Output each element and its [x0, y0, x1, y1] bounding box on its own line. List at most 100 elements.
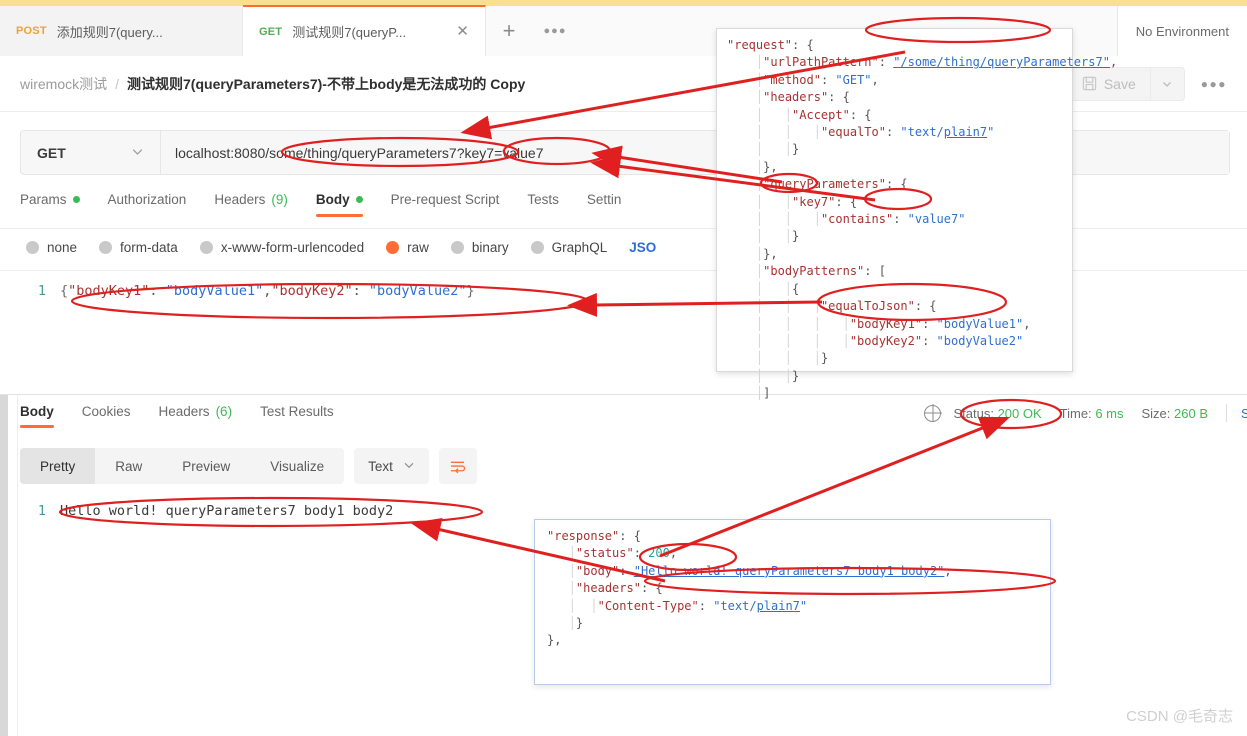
- response-tab-test-results[interactable]: Test Results: [246, 404, 348, 428]
- breadcrumb-collection[interactable]: wiremock测试: [20, 74, 107, 94]
- response-divider: [0, 394, 1247, 395]
- modified-dot-icon: [355, 196, 363, 203]
- body-type-urlencoded-label: x-www-form-urlencoded: [220, 240, 365, 255]
- body-type-raw[interactable]: raw: [386, 240, 429, 255]
- size-value: 260 B: [1174, 405, 1208, 421]
- modified-dot-icon: [72, 196, 80, 203]
- body-type-form-data[interactable]: form-data: [99, 240, 178, 255]
- floppy-disk-icon: [1082, 76, 1097, 91]
- body-format-selector[interactable]: JSO: [629, 240, 656, 255]
- time-label: Time:: [1059, 405, 1092, 421]
- response-tab-cookies[interactable]: Cookies: [68, 404, 145, 428]
- chevron-down-icon: [131, 145, 144, 161]
- watermark: CSDN @毛奇志: [1126, 708, 1233, 725]
- body-key-1: "bodyKey1": [68, 283, 150, 299]
- response-type-selector[interactable]: Text: [354, 448, 429, 484]
- wrap-lines-button[interactable]: [438, 448, 477, 484]
- wrap-lines-icon: [451, 461, 466, 473]
- tab-pre-request-script-label: Pre-request Script: [390, 192, 500, 207]
- response-view-preview[interactable]: Preview: [162, 448, 250, 484]
- response-view-raw-label: Raw: [115, 458, 143, 474]
- tab-tests-label: Tests: [527, 192, 559, 207]
- status-divider: [1226, 404, 1227, 422]
- body-type-radio-group: none form-data x-www-form-urlencoded raw…: [26, 240, 656, 255]
- request-tab-0[interactable]: POST 添加规则7(query...: [0, 6, 243, 56]
- response-view-preview-label: Preview: [182, 458, 231, 474]
- plus-icon[interactable]: +: [486, 6, 532, 56]
- radio-icon: [530, 241, 544, 254]
- response-view-pretty-label: Pretty: [40, 458, 76, 474]
- radio-icon: [26, 241, 39, 254]
- body-type-raw-label: raw: [407, 240, 429, 255]
- more-actions-icon[interactable]: ●●●: [1201, 77, 1227, 91]
- save-response-link[interactable]: S: [1241, 406, 1247, 421]
- tab-body[interactable]: Body: [302, 192, 377, 217]
- tab-headers[interactable]: Headers (9): [200, 192, 302, 217]
- response-tab-headers[interactable]: Headers (6): [145, 404, 247, 428]
- body-type-binary[interactable]: binary: [450, 240, 509, 255]
- response-body-text: Hello world! queryParameters7 body1 body…: [60, 503, 394, 519]
- response-view-visualize-label: Visualize: [270, 458, 325, 474]
- response-view-raw[interactable]: Raw: [95, 448, 162, 484]
- request-tab-1[interactable]: GET 测试规则7(queryP... ✕: [243, 5, 486, 56]
- left-rail-inner: [8, 395, 18, 736]
- breadcrumb-request-title: 测试规则7(queryParameters7)-不带上body是无法成功的 Co…: [127, 75, 526, 92]
- tab-pre-request-script[interactable]: Pre-request Script: [377, 192, 514, 217]
- left-rail: [0, 395, 8, 736]
- breadcrumb-separator: /: [115, 75, 120, 92]
- body-key-2: "bodyKey2": [271, 283, 353, 299]
- request-body-code: {"bodyKey1": "bodyValue1","bodyKey2": "b…: [60, 280, 475, 302]
- response-type-value: Text: [368, 458, 393, 474]
- save-options-button[interactable]: [1150, 66, 1185, 101]
- save-button-group: Save ●●●: [1066, 66, 1227, 101]
- response-section-tabs: Body Cookies Headers (6) Test Results: [20, 404, 348, 428]
- response-tab-body-label: Body: [20, 404, 54, 419]
- radio-icon: [199, 241, 213, 254]
- save-label: Save: [1103, 75, 1136, 92]
- body-type-none[interactable]: none: [26, 240, 77, 255]
- line-number: 1: [37, 283, 46, 299]
- time-value: 6 ms: [1095, 405, 1124, 421]
- response-view-pretty[interactable]: Pretty: [20, 448, 96, 484]
- colon-1: :: [149, 283, 166, 299]
- body-type-graphql-label: GraphQL: [551, 240, 608, 255]
- radio-icon: [99, 241, 113, 254]
- tab-title-0: 添加规则7(query...: [56, 24, 163, 40]
- tab-method-0: POST: [16, 25, 47, 37]
- size-badge: Size: 260 B: [1141, 406, 1208, 421]
- body-type-graphql[interactable]: GraphQL: [530, 240, 608, 255]
- ellipsis-icon[interactable]: ●●●: [532, 6, 578, 56]
- radio-icon: [450, 241, 464, 254]
- body-type-x-www-form-urlencoded[interactable]: x-www-form-urlencoded: [199, 240, 365, 255]
- tab-params[interactable]: Params: [20, 192, 94, 217]
- tab-settings[interactable]: Settin: [573, 192, 636, 217]
- tab-authorization[interactable]: Authorization: [94, 192, 201, 217]
- size-label: Size:: [1141, 405, 1171, 421]
- environment-selector[interactable]: No Environment: [1116, 6, 1247, 56]
- tab-title-1: 测试规则7(queryP...: [292, 25, 407, 40]
- http-method-selector[interactable]: GET: [21, 131, 161, 174]
- response-status-bar: Status: 200 OK Time: 6 ms Size: 260 B S: [924, 404, 1247, 422]
- environment-label: No Environment: [1135, 23, 1229, 39]
- response-tab-headers-label: Headers: [158, 404, 210, 419]
- request-section-tabs: Params Authorization Headers (9) Body Pr…: [20, 192, 635, 217]
- response-toolbar: Pretty Raw Preview Visualize Text: [20, 448, 477, 484]
- tab-headers-label: Headers: [214, 192, 266, 207]
- colon-2: :: [352, 283, 369, 299]
- response-tab-cookies-label: Cookies: [81, 404, 131, 419]
- tab-tests[interactable]: Tests: [513, 192, 573, 217]
- radio-icon-selected: [386, 241, 400, 254]
- body-type-form-data-label: form-data: [120, 240, 178, 255]
- response-tab-body[interactable]: Body: [20, 404, 68, 428]
- response-tab-test-results-label: Test Results: [260, 404, 334, 419]
- tab-body-label: Body: [315, 192, 350, 207]
- close-icon[interactable]: ✕: [456, 24, 469, 39]
- chevron-down-icon: [403, 459, 415, 474]
- body-value-1: "bodyValue1": [165, 283, 264, 299]
- brace-close: }: [466, 283, 475, 299]
- body-type-none-label: none: [47, 240, 78, 255]
- status-value: 200 OK: [997, 405, 1042, 421]
- tab-params-label: Params: [20, 192, 67, 207]
- url-text: localhost:8080/some/thing/queryParameter…: [175, 144, 544, 161]
- response-view-visualize[interactable]: Visualize: [250, 448, 344, 484]
